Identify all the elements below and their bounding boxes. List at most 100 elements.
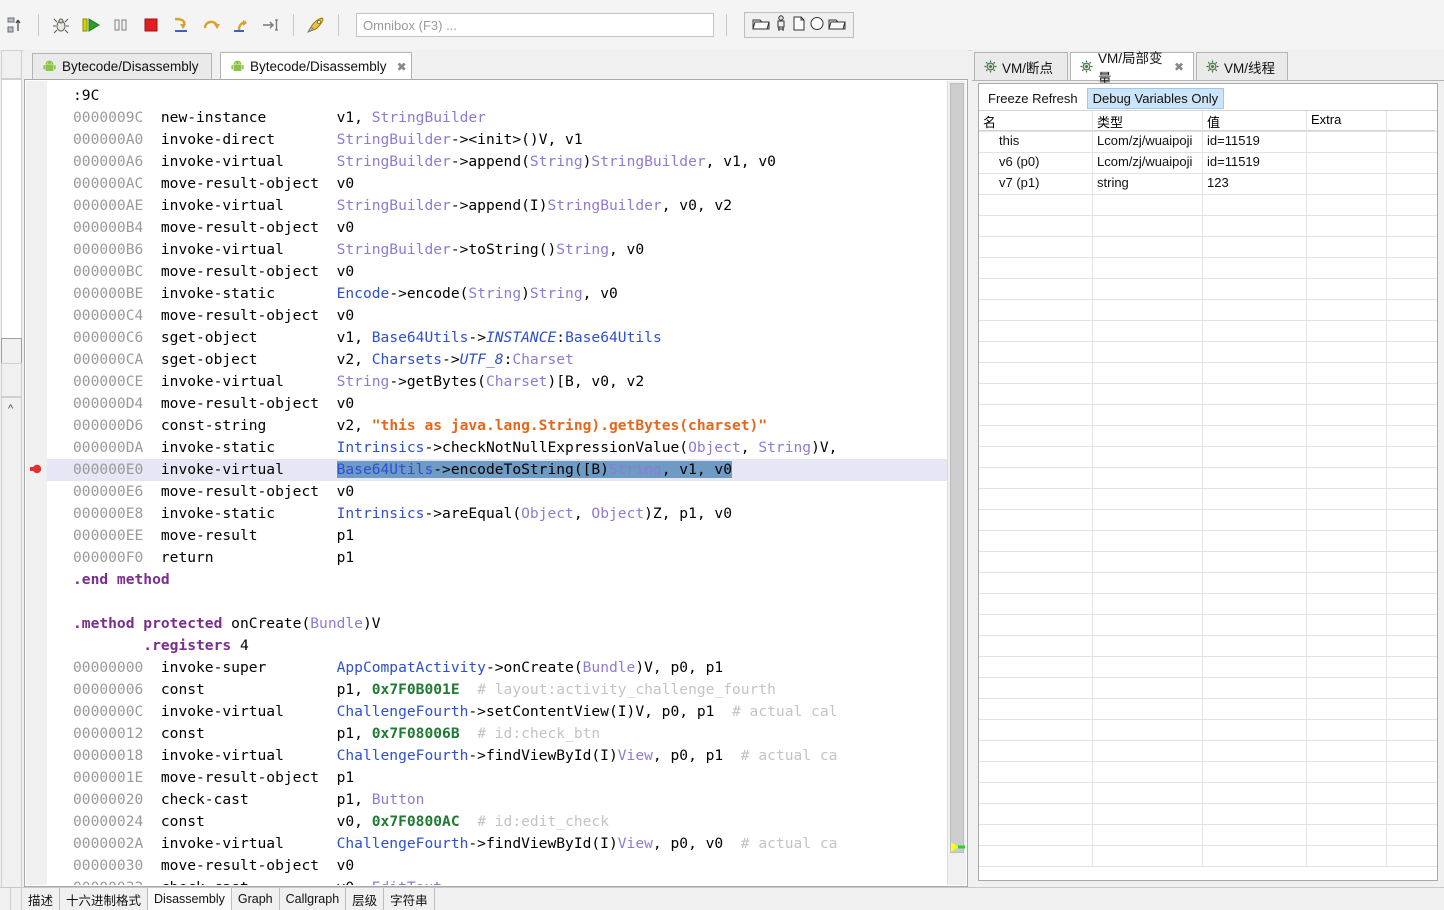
code-line[interactable]: 000000E8 invoke-static Intrinsics->areEq…: [47, 503, 947, 525]
table-row-empty[interactable]: [979, 615, 1437, 636]
code-line[interactable]: 000000B4 move-result-object v0: [47, 217, 947, 239]
code-line[interactable]: 000000CE invoke-virtual String->getBytes…: [47, 371, 947, 393]
code-line[interactable]: 0000001E move-result-object p1: [47, 767, 947, 789]
variables-table[interactable]: 名类型值 Extra this Lcom/zj/wuaipoji id=11519 v6 …: [979, 110, 1437, 880]
table-row-empty[interactable]: [979, 258, 1437, 279]
table-row[interactable]: this Lcom/zj/wuaipoji id=11519: [979, 132, 1437, 153]
table-row-empty[interactable]: [979, 762, 1437, 783]
table-row[interactable]: v7 (p1) string 123: [979, 174, 1437, 195]
column-header[interactable]: [1387, 111, 1435, 131]
code-line[interactable]: 000000A6 invoke-virtual StringBuilder->a…: [47, 151, 947, 173]
code-scroll-area[interactable]: :9C 0000009C new-instance v1, StringBuild…: [47, 81, 947, 885]
bottom-tab[interactable]: Callgraph: [279, 888, 347, 910]
navigate-structure-icon[interactable]: [2, 11, 30, 39]
code-line[interactable]: 00000032 check-cast v0, EditText: [47, 877, 947, 885]
table-row-empty[interactable]: [979, 216, 1437, 237]
code-line[interactable]: 00000012 const p1, 0x7F08006B # id:check…: [47, 723, 947, 745]
close-icon[interactable]: ✖: [397, 60, 407, 74]
code-line[interactable]: 00000024 const v0, 0x7F0800AC # id:edit_…: [47, 811, 947, 833]
table-row-empty[interactable]: [979, 552, 1437, 573]
table-row-empty[interactable]: [979, 195, 1437, 216]
left-dock-panel-lower[interactable]: ^: [1, 397, 22, 888]
code-line[interactable]: 000000C6 sget-object v1, Base64Utils->IN…: [47, 327, 947, 349]
column-header[interactable]: 名: [979, 111, 1093, 131]
column-header[interactable]: 值: [1203, 111, 1307, 131]
table-row-empty[interactable]: [979, 636, 1437, 657]
table-row-empty[interactable]: [979, 510, 1437, 531]
circle-icon[interactable]: [809, 15, 825, 35]
table-row-empty[interactable]: [979, 426, 1437, 447]
step-into-icon[interactable]: [167, 11, 195, 39]
table-row-empty[interactable]: [979, 300, 1437, 321]
code-line[interactable]: 000000E6 move-result-object v0: [47, 481, 947, 503]
code-line[interactable]: 000000AE invoke-virtual StringBuilder->a…: [47, 195, 947, 217]
bottom-tab[interactable]: 描述: [22, 888, 61, 910]
code-line[interactable]: 000000DA invoke-static Intrinsics->check…: [47, 437, 947, 459]
table-row-empty[interactable]: [979, 447, 1437, 468]
step-over-icon[interactable]: [197, 11, 225, 39]
left-dock-tabstrip-lower[interactable]: [1, 363, 22, 397]
code-line[interactable]: 000000EE move-result p1: [47, 525, 947, 547]
code-vertical-scrollbar[interactable]: [947, 81, 966, 885]
tab-vm-breakpoints[interactable]: VM/断点: [974, 52, 1068, 80]
code-line[interactable]: .registers 4: [47, 635, 947, 657]
code-line[interactable]: 00000000 invoke-super AppCompatActivity-…: [47, 657, 947, 679]
bottom-tab[interactable]: 字符串: [384, 888, 435, 910]
code-line[interactable]: 000000F0 return p1: [47, 547, 947, 569]
disassembly-listing[interactable]: :9C 0000009C new-instance v1, StringBuild…: [47, 81, 947, 885]
code-line[interactable]: 00000030 move-result-object v0: [47, 855, 947, 877]
resume-run-icon[interactable]: [77, 11, 105, 39]
table-row-empty[interactable]: [979, 825, 1437, 846]
pause-icon[interactable]: [107, 11, 135, 39]
code-line[interactable]: 000000B6 invoke-virtual StringBuilder->t…: [47, 239, 947, 261]
export-package-icon[interactable]: [827, 15, 847, 35]
table-row-empty[interactable]: [979, 741, 1437, 762]
code-line[interactable]: :9C: [47, 85, 947, 107]
column-header[interactable]: 类型: [1093, 111, 1203, 131]
code-line[interactable]: 000000CA sget-object v2, Charsets->UTF_8…: [47, 349, 947, 371]
code-line[interactable]: 000000D6 const-string v2, "this as java.…: [47, 415, 947, 437]
table-row-empty[interactable]: [979, 678, 1437, 699]
code-line[interactable]: .end method: [47, 569, 947, 591]
table-row-empty[interactable]: [979, 279, 1437, 300]
table-row-empty[interactable]: [979, 321, 1437, 342]
tab-vm-local-variables[interactable]: VM/局部变量 ✖: [1070, 51, 1194, 86]
table-row-empty[interactable]: [979, 237, 1437, 258]
editor-tab-2[interactable]: Bytecode/Disassembly ✖: [220, 52, 412, 80]
table-row-empty[interactable]: [979, 384, 1437, 405]
table-row-empty[interactable]: [979, 531, 1437, 552]
table-row-empty[interactable]: [979, 699, 1437, 720]
open-package-icon[interactable]: [751, 15, 771, 35]
code-line[interactable]: 000000AC move-result-object v0: [47, 173, 947, 195]
debug-variables-only-button[interactable]: Debug Variables Only: [1086, 87, 1225, 109]
breakpoint-gutter[interactable]: [26, 81, 48, 885]
code-line[interactable]: .method protected onCreate(Bundle)V: [47, 613, 947, 635]
code-line[interactable]: 00000006 const p1, 0x7F0B001E # layout:a…: [47, 679, 947, 701]
editor-tab-1[interactable]: Bytecode/Disassembly: [32, 53, 212, 79]
scrollbar-thumb[interactable]: [950, 83, 964, 853]
breakpoint-marker[interactable]: [30, 463, 42, 475]
table-row[interactable]: v6 (p0) Lcom/zj/wuaipoji id=11519: [979, 153, 1437, 174]
tab-vm-threads[interactable]: VM/线程: [1196, 52, 1288, 80]
table-row-empty[interactable]: [979, 804, 1437, 825]
bottom-tab[interactable]: 层级: [346, 888, 385, 910]
code-line[interactable]: 000000C4 move-result-object v0: [47, 305, 947, 327]
code-line[interactable]: 000000D4 move-result-object v0: [47, 393, 947, 415]
table-row-empty[interactable]: [979, 573, 1437, 594]
table-row-empty[interactable]: [979, 594, 1437, 615]
left-dock-panel-upper[interactable]: [1, 79, 22, 388]
rocket-launch-icon[interactable]: [302, 11, 330, 39]
table-row-empty[interactable]: [979, 846, 1437, 867]
decompile-figure-icon[interactable]: [773, 15, 789, 35]
bottom-tab[interactable]: Disassembly: [148, 888, 232, 910]
table-row-empty[interactable]: [979, 363, 1437, 384]
stop-icon[interactable]: [137, 11, 165, 39]
code-line[interactable]: 000000BC move-result-object v0: [47, 261, 947, 283]
freeze-refresh-button[interactable]: Freeze Refresh: [983, 89, 1083, 108]
step-out-icon[interactable]: [227, 11, 255, 39]
table-row-empty[interactable]: [979, 783, 1437, 804]
chevron-up-icon[interactable]: ^: [8, 404, 13, 415]
code-line[interactable]: 0000009C new-instance v1, StringBuilder: [47, 107, 947, 129]
omnibox-input[interactable]: Omnibox (F3) ...: [356, 13, 714, 37]
code-line[interactable]: 00000018 invoke-virtual ChallengeFourth-…: [47, 745, 947, 767]
